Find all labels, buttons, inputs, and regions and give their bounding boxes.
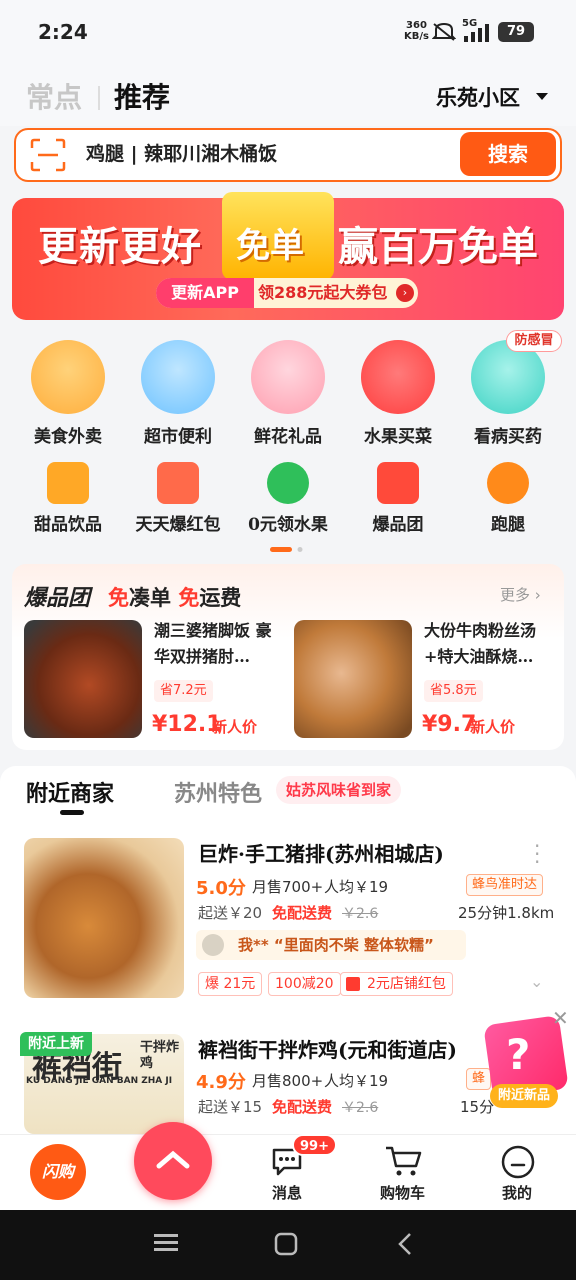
chevron-up-icon xyxy=(156,1150,190,1169)
shop-rating: 5.0分 xyxy=(196,878,246,899)
category-supermarket[interactable]: 超市便利 xyxy=(128,340,228,447)
deal-save-badge: 省7.2元 xyxy=(154,680,213,702)
deal-price: ¥9.7 xyxy=(422,712,477,737)
new-nearby-badge: 附近上新 xyxy=(20,1032,92,1056)
shop-monthly-sales: 月售800+ xyxy=(252,1072,324,1090)
flower-bouquet-icon xyxy=(251,340,325,414)
reviewer-avatar xyxy=(202,934,224,956)
tab-suzhou-badge: 姑苏风味省到家 xyxy=(276,776,402,804)
deal-price-tag: 新人价 xyxy=(212,718,258,736)
shop-image-pinyin: KU DANG JIE GAN BAN ZHA JI xyxy=(26,1076,173,1086)
delivery-eta: 15分 xyxy=(460,1098,495,1116)
hot-group-tagline: 免凑单 免运费 xyxy=(108,585,242,610)
gift-label[interactable]: 附近新品 xyxy=(490,1084,559,1108)
milk-carton-icon xyxy=(141,340,215,414)
delivery-tag: 蜂 xyxy=(466,1068,492,1090)
category-group-buy[interactable]: 爆品团 xyxy=(348,462,448,535)
scan-icon[interactable] xyxy=(30,138,66,172)
free-delivery: 免配送费 xyxy=(272,1098,333,1116)
tab-divider xyxy=(98,86,100,110)
tree-icon xyxy=(267,462,309,504)
banner-right-text: 赢百万免单 xyxy=(338,223,538,270)
search-button[interactable]: 搜索 xyxy=(460,132,556,176)
category-medicine[interactable]: 看病买药 xyxy=(458,340,558,447)
banner-left-text: 更新更好 xyxy=(38,223,202,270)
status-time: 2:24 xyxy=(38,20,88,44)
min-order: 起送￥15 xyxy=(198,1098,263,1116)
tab-underline xyxy=(60,810,84,815)
battery-indicator: 79 xyxy=(498,22,534,42)
tab-nearby-merchants[interactable]: 附近商家 xyxy=(26,776,114,808)
delivery-eta: 25分钟1.8km xyxy=(458,904,555,922)
close-icon[interactable]: ✕ xyxy=(552,1006,569,1030)
tab-frequent[interactable]: 常点 xyxy=(26,76,82,116)
message-badge: 99+ xyxy=(292,1134,337,1156)
chevron-right-icon: › xyxy=(396,284,414,302)
banner-pill-coupon: 领288元起大券包 xyxy=(258,283,388,302)
shop-image-subtitle: 干拌炸鸡 xyxy=(140,1040,180,1071)
category-food-delivery[interactable]: 美食外卖 xyxy=(18,340,118,447)
network-speed: 360 KB/s xyxy=(404,20,429,42)
min-order: 起送￥20 xyxy=(198,904,263,922)
shop-name[interactable]: 裤裆街干拌炸鸡(元和街道店) xyxy=(198,1034,457,1063)
shop-avg-price: 人均￥19 xyxy=(324,878,389,896)
category-red-packet[interactable]: 天天爆红包 xyxy=(128,462,228,535)
group-buy-icon xyxy=(377,462,419,504)
profile-icon[interactable] xyxy=(500,1144,536,1180)
tab-recommend[interactable]: 推荐 xyxy=(114,76,170,116)
red-packet-icon xyxy=(157,462,199,504)
nav-flash-buy[interactable]: 闪购 xyxy=(30,1144,86,1200)
page-indicator xyxy=(270,547,303,552)
search-input[interactable]: 鸡腿 | 辣耶川湘木桶饭 xyxy=(86,140,277,168)
original-fee: ￥2.6 xyxy=(342,906,379,922)
tab-suzhou-specialty[interactable]: 苏州特色 xyxy=(174,776,262,808)
shop-monthly-sales: 月售700+ xyxy=(252,878,324,896)
nav-cart[interactable]: 购物车 xyxy=(380,1182,425,1203)
home-icon[interactable] xyxy=(274,1232,298,1256)
more-link[interactable]: 更多 › xyxy=(500,584,541,605)
banner-center-text: 免单 xyxy=(236,226,304,266)
chevron-down-icon[interactable]: ⌄ xyxy=(530,972,543,991)
promo-tag: 100减20 xyxy=(268,972,341,996)
category-fruit[interactable]: 水果买菜 xyxy=(348,340,448,447)
shop-name[interactable]: 巨炸·手工猪排(苏州相城店) xyxy=(198,838,444,867)
noodle-bowl-icon xyxy=(31,340,105,414)
drink-cup-icon xyxy=(47,462,89,504)
category-flowers[interactable]: 鲜花礼品 xyxy=(238,340,338,447)
signal-icon xyxy=(464,24,489,42)
mute-icon xyxy=(432,22,456,41)
nav-messages[interactable]: 消息 xyxy=(272,1182,302,1203)
promo-tag: 爆 21元 xyxy=(198,972,263,996)
caret-down-icon[interactable] xyxy=(536,93,548,100)
deal-image-beef-soup[interactable] xyxy=(294,620,412,738)
deal-price-tag: 新人价 xyxy=(470,718,516,736)
cart-icon[interactable] xyxy=(384,1144,422,1178)
delivery-tag: 蜂鸟准时达 xyxy=(466,874,544,896)
shop-rating: 4.9分 xyxy=(196,1072,246,1093)
deal-title[interactable]: 大份牛肉粉丝汤+特大油酥烧… xyxy=(424,618,552,670)
deal-save-badge: 省5.8元 xyxy=(424,680,483,702)
red-packet-icon xyxy=(346,977,360,991)
shop-avg-price: 人均￥19 xyxy=(324,1072,389,1090)
menu-icon[interactable] xyxy=(154,1232,178,1254)
free-delivery: 免配送费 xyxy=(272,904,333,922)
nav-mine[interactable]: 我的 xyxy=(502,1182,532,1203)
more-options-icon[interactable]: · · · xyxy=(534,836,540,872)
banner-pill-update: 更新APP xyxy=(156,278,254,308)
medicine-badge: 防感冒 xyxy=(506,330,562,352)
original-fee: ￥2.6 xyxy=(342,1100,379,1116)
shop-image[interactable] xyxy=(24,838,184,998)
strawberry-icon xyxy=(361,340,435,414)
deal-image-pork[interactable] xyxy=(24,620,142,738)
category-errand[interactable]: 跑腿 xyxy=(458,462,558,535)
review-snippet: 我** “里面肉不柴 整体软糯” xyxy=(196,930,466,960)
back-icon[interactable] xyxy=(396,1232,414,1256)
question-mark-icon: ? xyxy=(506,1030,531,1079)
runner-icon xyxy=(487,462,529,504)
category-free-fruit[interactable]: 0元领水果 xyxy=(238,462,338,535)
location-selector[interactable]: 乐苑小区 xyxy=(436,82,520,112)
deal-title[interactable]: 潮三婆猪脚饭 豪华双拼猪肘… xyxy=(154,618,282,670)
hot-group-logo: 爆品团 xyxy=(24,585,91,611)
category-desserts[interactable]: 甜品饮品 xyxy=(18,462,118,535)
